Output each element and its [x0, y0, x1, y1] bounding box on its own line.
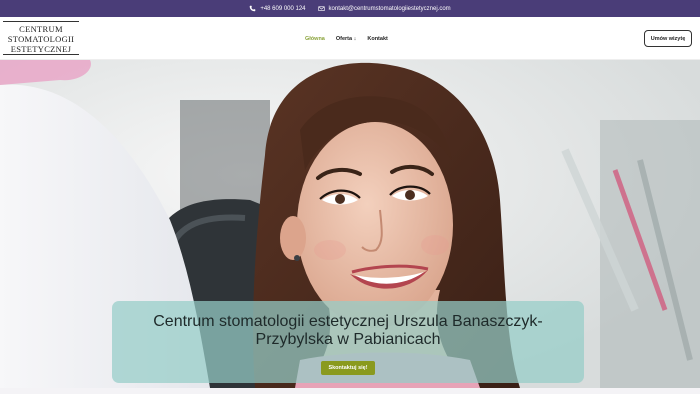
phone-icon [250, 5, 256, 12]
main-navigation: CENTRUM STOMATOLOGII ESTETYCZNEJ Główna … [0, 17, 700, 60]
envelope-icon [317, 6, 325, 11]
book-appointment-button[interactable]: Umów wizytę [644, 30, 692, 47]
hero-title: Centrum stomatologii estetycznej Urszula… [153, 313, 543, 348]
nav-menu: Główna Oferta ↓ Kontakt [305, 17, 388, 60]
hero-text-panel: Centrum stomatologii estetycznej Urszula… [112, 301, 584, 383]
nav-item-contact[interactable]: Kontakt [367, 36, 387, 42]
email-contact[interactable]: kontakt@centrumstomatologiiestetycznej.c… [317, 5, 451, 12]
section-divider [0, 388, 700, 394]
hero-section: Centrum stomatologii estetycznej Urszula… [0, 60, 700, 388]
top-contact-bar: +48 609 000 124 kontakt@centrumstomatolo… [0, 0, 700, 17]
phone-contact[interactable]: +48 609 000 124 [249, 5, 306, 12]
email-address[interactable]: kontakt@centrumstomatologiiestetycznej.c… [329, 6, 451, 12]
phone-number[interactable]: +48 609 000 124 [260, 6, 305, 12]
nav-item-offer[interactable]: Oferta ↓ [336, 36, 356, 42]
site-logo[interactable]: CENTRUM STOMATOLOGII ESTETYCZNEJ [3, 21, 79, 55]
contact-us-button[interactable]: Skontaktuj się! [321, 361, 375, 375]
nav-item-home[interactable]: Główna [305, 36, 325, 42]
